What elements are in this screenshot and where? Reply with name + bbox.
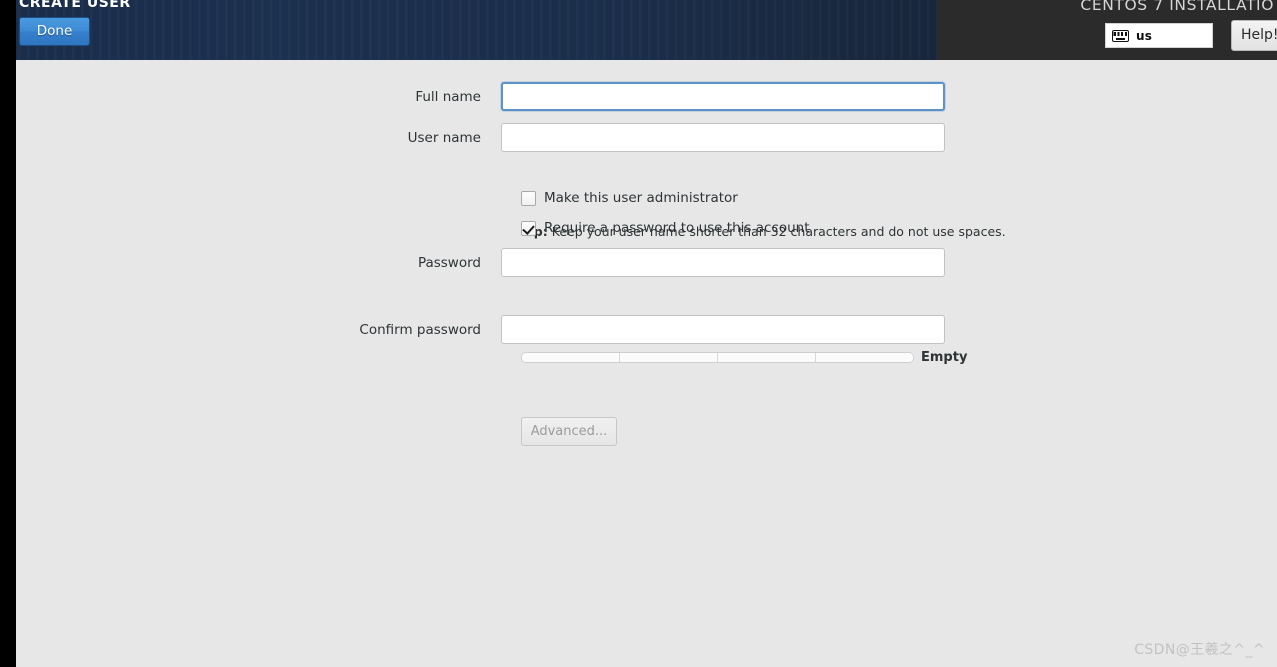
main-content: Full name User name Tip: Keep your user … <box>16 60 1277 667</box>
help-button[interactable]: Help! <box>1231 20 1277 51</box>
full-name-row: Full name <box>16 82 945 111</box>
require-password-checkbox-row[interactable]: Require a password to use this account <box>521 220 810 236</box>
keyboard-layout-label: us <box>1136 28 1153 43</box>
header-bar: CREATE USER Done CENTOS 7 INSTALLATIO us… <box>0 0 1277 60</box>
password-label: Password <box>417 254 481 271</box>
keyboard-layout-indicator[interactable]: us <box>1105 23 1213 48</box>
make-admin-label: Make this user administrator <box>544 190 738 206</box>
password-strength-bar <box>521 352 914 363</box>
done-button[interactable]: Done <box>19 17 90 46</box>
make-admin-checkbox[interactable] <box>521 190 536 206</box>
user-name-label: User name <box>407 129 481 146</box>
advanced-button[interactable]: Advanced... <box>521 417 617 446</box>
user-name-input[interactable] <box>501 123 945 152</box>
product-title: CENTOS 7 INSTALLATIO <box>1080 0 1274 14</box>
confirm-password-input[interactable] <box>501 315 945 344</box>
strength-segment <box>522 353 620 362</box>
require-password-checkbox[interactable] <box>521 220 536 236</box>
confirm-password-row: Confirm password <box>16 315 945 344</box>
confirm-password-label: Confirm password <box>359 321 481 338</box>
watermark: CSDN@王羲之^_^ <box>1134 642 1265 658</box>
keyboard-icon <box>1112 29 1129 42</box>
require-password-label: Require a password to use this account <box>544 220 810 236</box>
make-admin-checkbox-row[interactable]: Make this user administrator <box>521 190 738 206</box>
password-strength-label: Empty <box>921 350 968 365</box>
page-title: CREATE USER <box>19 0 131 11</box>
full-name-label: Full name <box>415 88 481 105</box>
strength-segment <box>620 353 718 362</box>
password-strength-meter: Empty <box>521 350 967 365</box>
strength-segment <box>718 353 816 362</box>
header-left-edge-strip <box>0 0 16 60</box>
user-name-row: User name <box>16 123 945 152</box>
password-row: Password <box>16 248 945 277</box>
password-input[interactable] <box>501 248 945 277</box>
full-name-input[interactable] <box>501 82 945 111</box>
strength-segment <box>816 353 913 362</box>
anaconda-installer-screen: CREATE USER Done CENTOS 7 INSTALLATIO us… <box>0 0 1277 667</box>
